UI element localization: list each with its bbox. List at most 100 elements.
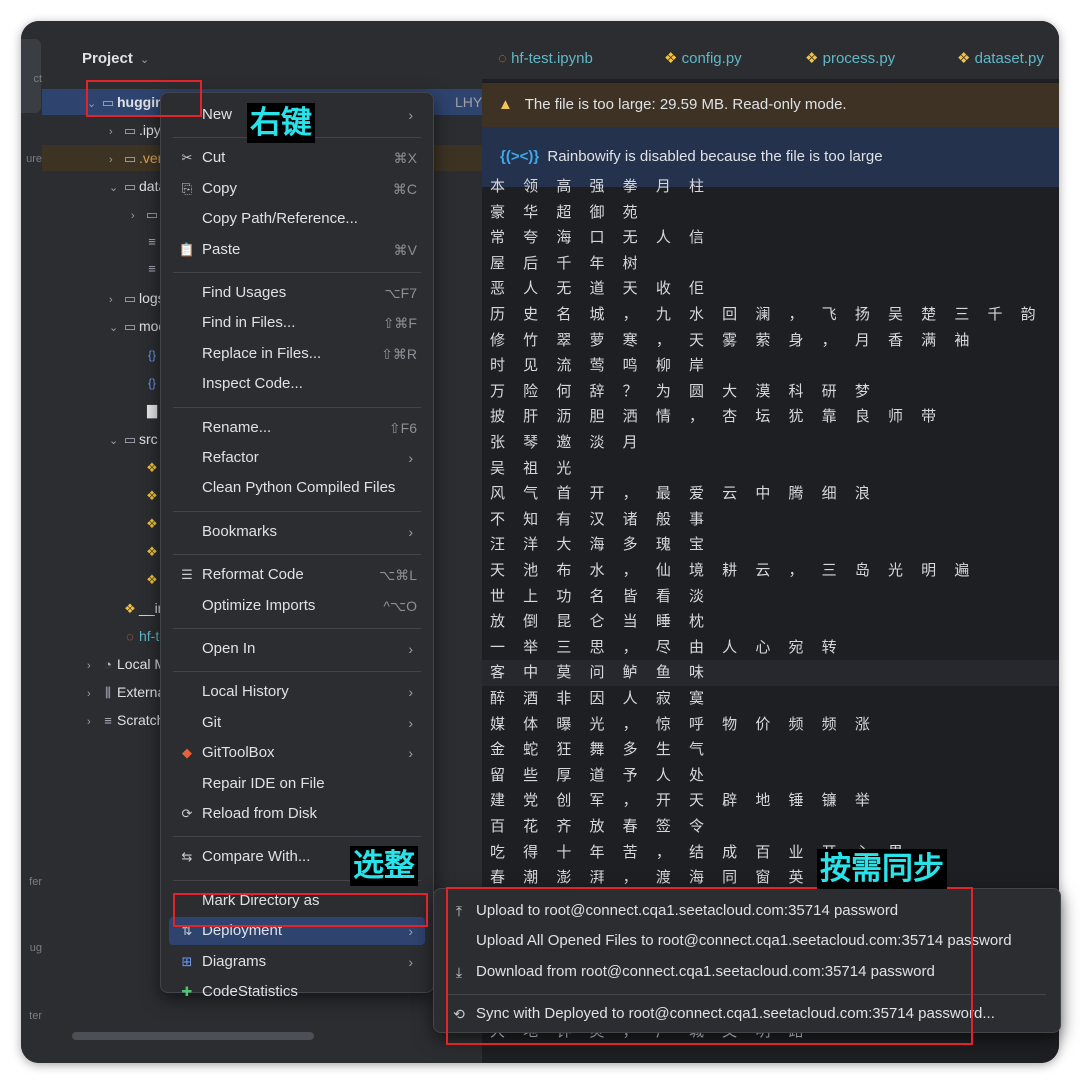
menu-item-label: Copy Path/Reference...: [202, 210, 358, 228]
python-icon: ❖: [146, 572, 158, 587]
chevron-right-icon[interactable]: ›: [87, 653, 99, 679]
menu-item-icon: ✂: [181, 150, 193, 166]
strip-label[interactable]: ug: [21, 942, 42, 954]
menu-item-refactor[interactable]: Refactor ›: [169, 444, 425, 472]
folder-icon: ▭: [123, 319, 137, 334]
notebook-icon: ◌: [126, 629, 134, 644]
code-line: 豪 华 超 御 苑: [490, 203, 645, 221]
horizontal-scrollbar[interactable]: [72, 1032, 314, 1040]
chevron-down-icon[interactable]: ⌄: [109, 315, 121, 341]
chevron-right-icon: ›: [408, 745, 413, 762]
menu-item-label: Copy: [202, 179, 238, 197]
menu-item-clean-python-compiled-files[interactable]: Clean Python Compiled Files: [169, 474, 425, 502]
tab-hf-test[interactable]: ◌ hf-test.ipynb: [498, 21, 593, 79]
tree-item[interactable]: › ▭ .ipyr: [109, 117, 165, 143]
menu-item-label: Paste: [202, 240, 241, 258]
tree-item[interactable]: ◌ hf-te: [109, 623, 167, 649]
tree-item[interactable]: ⌄ ▭ data: [109, 173, 166, 199]
folder-icon: ▭: [123, 291, 137, 306]
code-line: 汪 洋 大 海 多 瑰 宝: [490, 536, 712, 554]
menu-item-reformat-code[interactable]: ☰ Reformat Code ⌥⌘L: [169, 561, 425, 589]
chevron-right-icon: ›: [408, 523, 413, 540]
menu-separator: [173, 671, 421, 673]
menu-item-label: Repair IDE on File: [202, 774, 325, 792]
strip-label[interactable]: fer: [21, 876, 42, 888]
menu-item-diagrams[interactable]: ⊞ Diagrams ›: [169, 948, 425, 976]
menu-item-bookmarks[interactable]: Bookmarks ›: [169, 518, 425, 546]
menu-item-cut[interactable]: ✂ Cut ⌘X: [169, 144, 425, 172]
chevron-right-icon[interactable]: ›: [131, 203, 143, 229]
menu-item-shortcut: ⇧⌘F: [382, 315, 417, 332]
code-line: 风 气 首 开 ， 最 爱 云 中 腾 细 浪: [490, 485, 877, 503]
chevron-right-icon[interactable]: ›: [109, 287, 121, 313]
menu-item-label: Cut: [202, 149, 226, 167]
chevron-right-icon[interactable]: ›: [109, 147, 121, 173]
menu-item-repair-ide-on-file[interactable]: Repair IDE on File: [169, 770, 425, 798]
menu-separator: [173, 406, 421, 408]
menu-item-label: Find in Files...: [202, 314, 296, 332]
tree-item[interactable]: ⌄ ▭ src: [109, 426, 158, 452]
code-line: 张 琴 邀 淡 月: [490, 434, 645, 451]
python-icon: ❖: [957, 50, 971, 67]
tree-item[interactable]: › ▭ logs: [109, 285, 165, 311]
menu-item-label: GitToolBox: [202, 744, 275, 762]
tab-label: dataset.py: [974, 50, 1044, 67]
code-line: 历 史 名 城 ， 九 水 回 澜 ， 飞 扬 吴 楚 三 千 韵: [490, 306, 1043, 323]
code-line: 本 领 高 强 拳 月 柱: [490, 178, 712, 195]
annotation-sync: 按需同步: [817, 849, 947, 889]
python-icon: ❖: [146, 516, 158, 531]
tree-item[interactable]: › ⫼ Externa: [87, 679, 165, 705]
chevron-right-icon[interactable]: ›: [87, 681, 99, 707]
tab-config[interactable]: ❖ config.py: [664, 21, 742, 79]
code-line: 媒 体 曝 光 ， 惊 呼 物 价 频 频 涨: [490, 715, 877, 733]
menu-item-optimize-imports[interactable]: Optimize Imports ^⌥O: [169, 592, 425, 620]
menu-item-label: Refactor: [202, 449, 259, 466]
menu-item-inspect-code[interactable]: Inspect Code...: [169, 370, 425, 398]
code-line: 时 见 流 莺 鸣 柳 岸: [490, 357, 712, 375]
python-icon: ❖: [146, 460, 158, 475]
menu-separator: [173, 836, 421, 838]
code-line: 不 知 有 汉 诸 般 事: [490, 510, 712, 528]
menu-item-find-usages[interactable]: Find Usages ⌥F7: [169, 279, 425, 307]
menu-item-rename[interactable]: Rename... ⇧F6: [169, 414, 425, 442]
menu-item-find-in-files[interactable]: Find in Files... ⇧⌘F: [169, 309, 425, 337]
tab-dataset[interactable]: ❖ dataset.py: [957, 21, 1044, 79]
menu-item-copy-path-reference[interactable]: Copy Path/Reference...: [169, 205, 425, 233]
chevron-right-icon: ›: [408, 684, 413, 701]
tree-item[interactable]: ❖ __in: [109, 595, 165, 621]
menu-item-git[interactable]: Git ›: [169, 709, 425, 737]
code-line: 修 竹 翠 萝 寒 ， 天 雾 萦 身 ， 月 香 满 袖: [490, 331, 977, 349]
menu-item-shortcut: ⌘X: [393, 150, 417, 167]
menu-item-replace-in-files[interactable]: Replace in Files... ⇧⌘R: [169, 340, 425, 368]
strip-label[interactable]: ure: [21, 153, 42, 165]
warning-icon: ▲: [498, 96, 513, 113]
menu-item-reload-from-disk[interactable]: ⟳ Reload from Disk: [169, 800, 425, 828]
chevron-right-icon[interactable]: ›: [109, 119, 121, 145]
tool-window-strip: ct ure fer ug ter: [21, 21, 42, 1063]
tree-item[interactable]: ⌄ ▭ mod: [109, 313, 166, 339]
code-line: 天 池 布 水 ， 仙 境 耕 云 ， 三 岛 光 明 遍: [490, 562, 977, 579]
menu-separator: [173, 554, 421, 556]
menu-item-copy[interactable]: ⎘ Copy ⌘C: [169, 175, 425, 203]
menu-item-shortcut: ⌥⌘L: [379, 567, 417, 584]
menu-item-codestatistics[interactable]: ✚ CodeStatistics: [169, 978, 425, 1006]
chevron-right-icon: ›: [408, 953, 413, 970]
python-icon: ❖: [664, 50, 678, 67]
menu-item-label: Diagrams: [202, 952, 267, 970]
strip-label[interactable]: ter: [21, 1010, 42, 1022]
tab-process[interactable]: ❖ process.py: [805, 21, 895, 79]
chevron-right-icon[interactable]: ›: [87, 709, 99, 735]
tree-item[interactable]: › ≡ Scratch: [87, 707, 164, 733]
chevron-down-icon[interactable]: ⌄: [109, 175, 121, 201]
menu-item-local-history[interactable]: Local History ›: [169, 678, 425, 706]
tree-item[interactable]: › ◔ Local M: [87, 651, 166, 677]
code-line: 百 花 齐 放 春 签 令: [490, 818, 712, 835]
menu-item-open-in[interactable]: Open In ›: [169, 635, 425, 663]
menu-item-paste[interactable]: 📋 Paste ⌘V: [169, 236, 425, 264]
code-line: 屋 后 千 年 树: [490, 254, 645, 272]
chevron-down-icon[interactable]: ⌄: [109, 428, 121, 454]
project-panel-title[interactable]: Project ⌄: [82, 50, 149, 67]
text-file-icon: ≡: [148, 261, 156, 276]
menu-item-label: New: [202, 106, 233, 123]
menu-item-gittoolbox[interactable]: ◆ GitToolBox ›: [169, 739, 425, 767]
